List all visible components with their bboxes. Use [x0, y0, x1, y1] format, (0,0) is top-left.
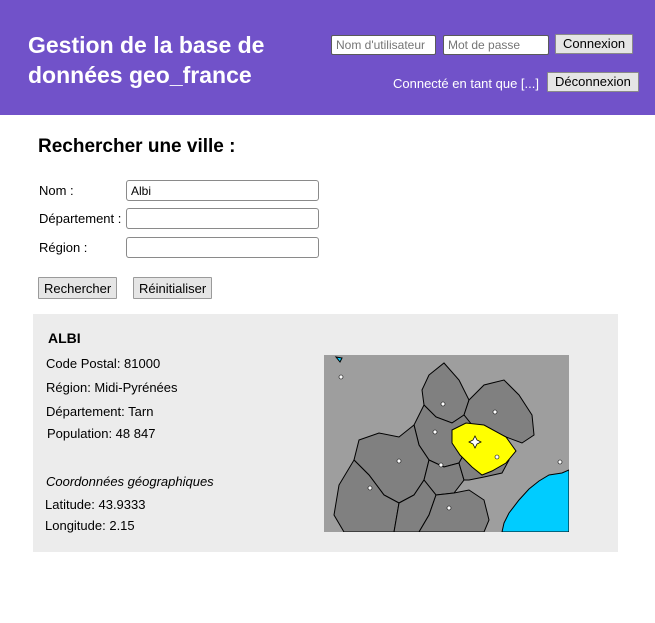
latitude-value: Latitude: 43.9333: [45, 497, 146, 512]
city-name: ALBI: [48, 330, 81, 346]
username-input[interactable]: [331, 35, 436, 55]
name-input[interactable]: [126, 180, 319, 201]
longitude-value: Longitude: 2.15: [45, 518, 135, 533]
city-point: [557, 459, 563, 465]
region-value: Région: Midi-Pyrénées: [46, 380, 178, 395]
city-point: [432, 429, 438, 435]
region-input[interactable]: [126, 237, 319, 258]
login-button[interactable]: Connexion: [555, 34, 634, 54]
population-value: Population: 48 847: [47, 426, 156, 441]
postal-code: Code Postal: 81000: [46, 356, 161, 371]
city-point: [492, 409, 498, 415]
city-point: [440, 401, 446, 407]
city-point: [438, 462, 444, 468]
name-label: Nom :: [39, 183, 74, 198]
search-title: Rechercher une ville :: [38, 136, 236, 157]
result-panel: ALBI Code Postal: 81000 Région: Midi-Pyr…: [33, 314, 618, 552]
app-title: Gestion de la base de données geo_france: [28, 32, 265, 88]
map-svg: [324, 355, 569, 532]
logout-button[interactable]: Déconnexion: [547, 72, 639, 92]
department-input[interactable]: [126, 208, 319, 229]
city-point: [494, 454, 500, 460]
city-point: [338, 374, 344, 380]
location-map[interactable]: [324, 355, 569, 532]
page-header: Gestion de la base de données geo_france…: [0, 0, 655, 115]
department-label: Département :: [39, 211, 122, 226]
search-button[interactable]: Rechercher: [38, 277, 118, 299]
city-point: [396, 458, 402, 464]
logged-in-status: Connecté en tant que [...]: [393, 76, 539, 91]
department-value: Département: Tarn: [46, 404, 154, 419]
city-point: [446, 505, 452, 511]
password-input[interactable]: [443, 35, 549, 55]
region-label: Région :: [39, 240, 88, 255]
reset-button[interactable]: Réinitialiser: [133, 277, 213, 299]
coords-title: Coordonnées géographiques: [46, 474, 214, 489]
city-point: [367, 485, 373, 491]
